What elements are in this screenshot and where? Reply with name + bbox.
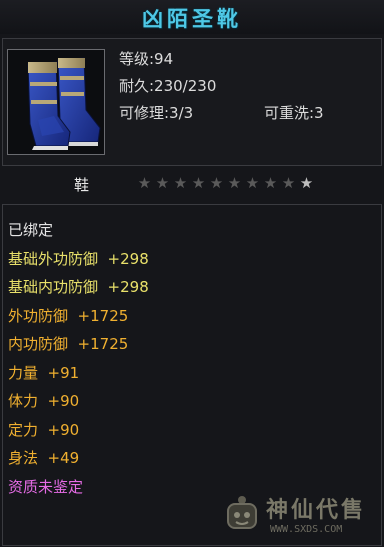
boots-icon-art [27,57,101,150]
item-tooltip: 凶陌圣靴 等级:94 耐久:230/230 可修理:3/3 可重洗:3 鞋 ★ … [0,0,384,547]
star-icon: ★ [209,174,225,192]
slot-row: 鞋 ★ ★ ★ ★ ★ ★ ★ ★ ★ ★ [0,168,384,198]
attribute-line: 内功防御 +1725 [8,335,129,353]
attribute-line: 体力 +90 [8,392,80,410]
mascot-icon [227,496,257,529]
star-icon: ★ [173,174,189,192]
item-name: 凶陌圣靴 [142,7,242,31]
attribute-line: 定力 +90 [8,420,80,439]
watermark-name: 神仙代售 [266,498,367,523]
attribute-line: 基础内功防御 +298 [8,278,149,296]
star-icon: ★ [245,174,261,192]
star-icon: ★ [155,174,171,192]
attribute-line: 基础外功防御 +298 [8,249,149,268]
item-repairable: 可修理:3/3 [119,104,194,122]
star-icon: ★ [281,174,297,192]
item-durability: 耐久:230/230 [119,77,217,95]
watermark-url: WWW.SXDS.COM [270,524,343,535]
star-icon: ★ [137,174,153,192]
attribute-line: 力量 +91 [8,363,80,382]
attribute-line: 资质未鉴定 [8,477,84,496]
watermark: 神仙代售 WWW.SXDS.COM [222,488,382,544]
item-level: 等级:94 [119,50,174,68]
slot-type: 鞋 [74,176,90,194]
star-icon: ★ [227,174,243,192]
item-rewashable: 可重洗:3 [264,104,324,122]
attribute-line: 身法 +49 [8,449,80,467]
star-icon: ★ [299,174,315,192]
star-rating: ★ ★ ★ ★ ★ ★ ★ ★ ★ ★ [136,174,316,192]
title-bar: 凶陌圣靴 [0,0,384,34]
attribute-line: 已绑定 [8,221,54,239]
attribute-line: 外功防御 +1725 [8,306,129,325]
item-header-panel: 等级:94 耐久:230/230 可修理:3/3 可重洗:3 [2,38,382,166]
star-icon: ★ [263,174,279,192]
star-icon: ★ [191,174,207,192]
boots-icon[interactable] [7,49,105,155]
